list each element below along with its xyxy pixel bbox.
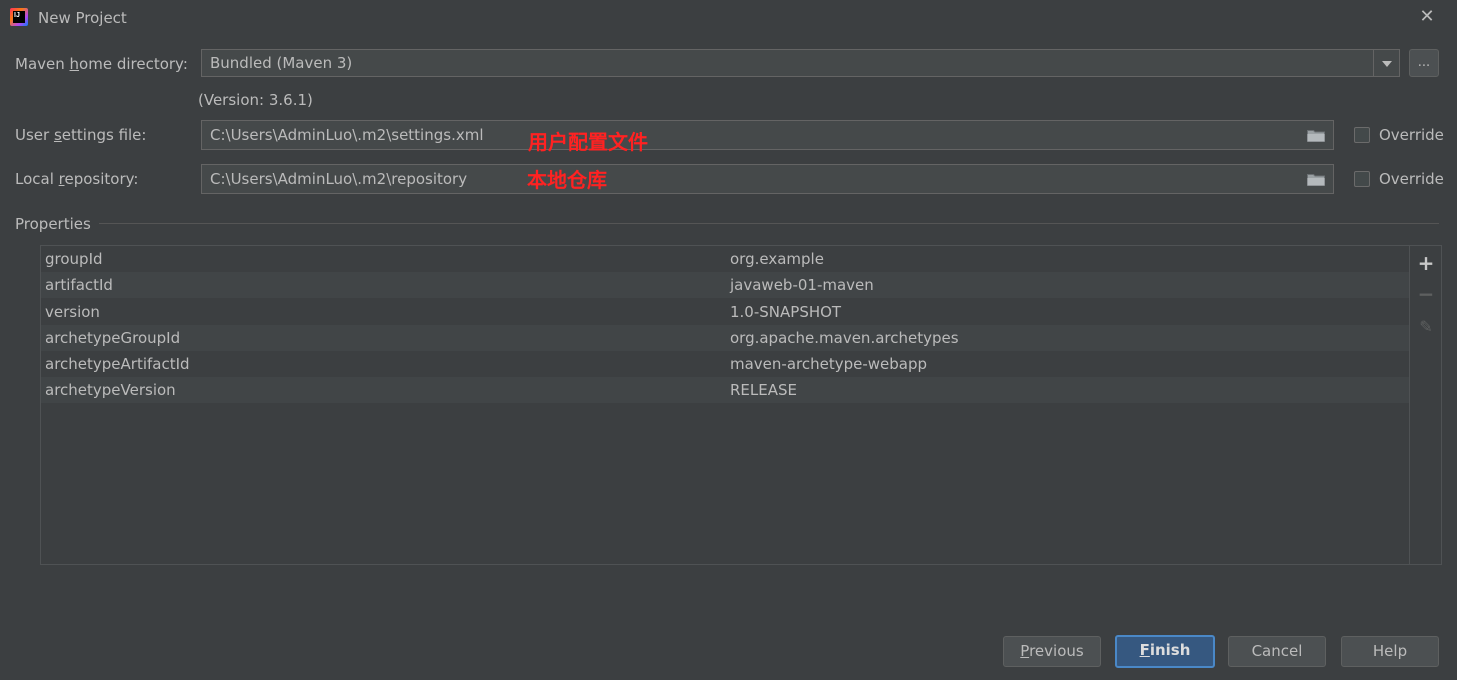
help-button[interactable]: Help — [1341, 636, 1439, 667]
table-row[interactable]: version 1.0-SNAPSHOT — [41, 299, 1409, 325]
table-row[interactable]: artifactId javaweb-01-maven — [41, 272, 1409, 298]
local-repository-override-label[interactable]: Override — [1379, 170, 1444, 188]
property-value: org.example — [730, 250, 824, 268]
properties-title: Properties — [15, 215, 91, 233]
property-value: maven-archetype-webapp — [730, 355, 928, 373]
chevron-down-icon[interactable] — [1373, 50, 1399, 76]
maven-version-text: (Version: 3.6.1) — [198, 91, 313, 109]
user-settings-field[interactable]: C:\Users\AdminLuo\.m2\settings.xml — [201, 120, 1334, 150]
table-row[interactable]: archetypeArtifactId maven-archetype-weba… — [41, 351, 1409, 377]
property-key: artifactId — [45, 276, 113, 294]
table-row[interactable]: archetypeVersion RELEASE — [41, 377, 1409, 403]
properties-table-body: groupId org.example artifactId javaweb-0… — [41, 246, 1410, 564]
table-row[interactable]: archetypeGroupId org.apache.maven.archet… — [41, 325, 1409, 351]
plus-icon[interactable]: + — [1416, 253, 1436, 273]
local-repository-annotation: 本地仓库 — [527, 168, 607, 192]
local-repository-value: C:\Users\AdminLuo\.m2\repository — [210, 170, 468, 188]
close-icon[interactable]: ✕ — [1419, 8, 1435, 26]
previous-button[interactable]: Previous — [1003, 636, 1101, 667]
pencil-icon[interactable]: ✎ — [1416, 317, 1436, 337]
table-row[interactable]: groupId org.example — [41, 246, 1409, 272]
maven-home-browse-button[interactable]: ... — [1409, 49, 1439, 77]
user-settings-override-label[interactable]: Override — [1379, 126, 1444, 144]
property-key: archetypeVersion — [45, 381, 176, 399]
local-repository-field[interactable]: C:\Users\AdminLuo\.m2\repository — [201, 164, 1334, 194]
property-key: groupId — [45, 250, 103, 268]
property-value: RELEASE — [730, 381, 797, 399]
finish-button[interactable]: Finish — [1115, 635, 1215, 668]
properties-table: groupId org.example artifactId javaweb-0… — [40, 245, 1442, 565]
property-key: archetypeGroupId — [45, 329, 181, 347]
maven-home-value: Bundled (Maven 3) — [210, 54, 353, 72]
folder-icon[interactable] — [1307, 173, 1325, 186]
property-value: javaweb-01-maven — [730, 276, 874, 294]
property-value: org.apache.maven.archetypes — [730, 329, 959, 347]
property-key: archetypeArtifactId — [45, 355, 190, 373]
window-title: New Project — [38, 9, 127, 27]
maven-home-label: Maven home directory: — [15, 55, 188, 73]
user-settings-value: C:\Users\AdminLuo\.m2\settings.xml — [210, 126, 484, 144]
user-settings-annotation: 用户配置文件 — [528, 130, 648, 154]
user-settings-override-checkbox[interactable] — [1354, 127, 1370, 143]
intellij-app-icon — [10, 8, 28, 26]
local-repository-override-checkbox[interactable] — [1354, 171, 1370, 187]
cancel-button[interactable]: Cancel — [1228, 636, 1326, 667]
local-repository-label: Local repository: — [15, 170, 139, 188]
user-settings-label: User settings file: — [15, 126, 147, 144]
property-value: 1.0-SNAPSHOT — [730, 303, 842, 321]
folder-icon[interactable] — [1307, 129, 1325, 142]
minus-icon[interactable]: − — [1416, 284, 1436, 304]
property-key: version — [45, 303, 100, 321]
properties-separator — [99, 223, 1439, 224]
maven-home-combobox[interactable]: Bundled (Maven 3) — [201, 49, 1400, 77]
